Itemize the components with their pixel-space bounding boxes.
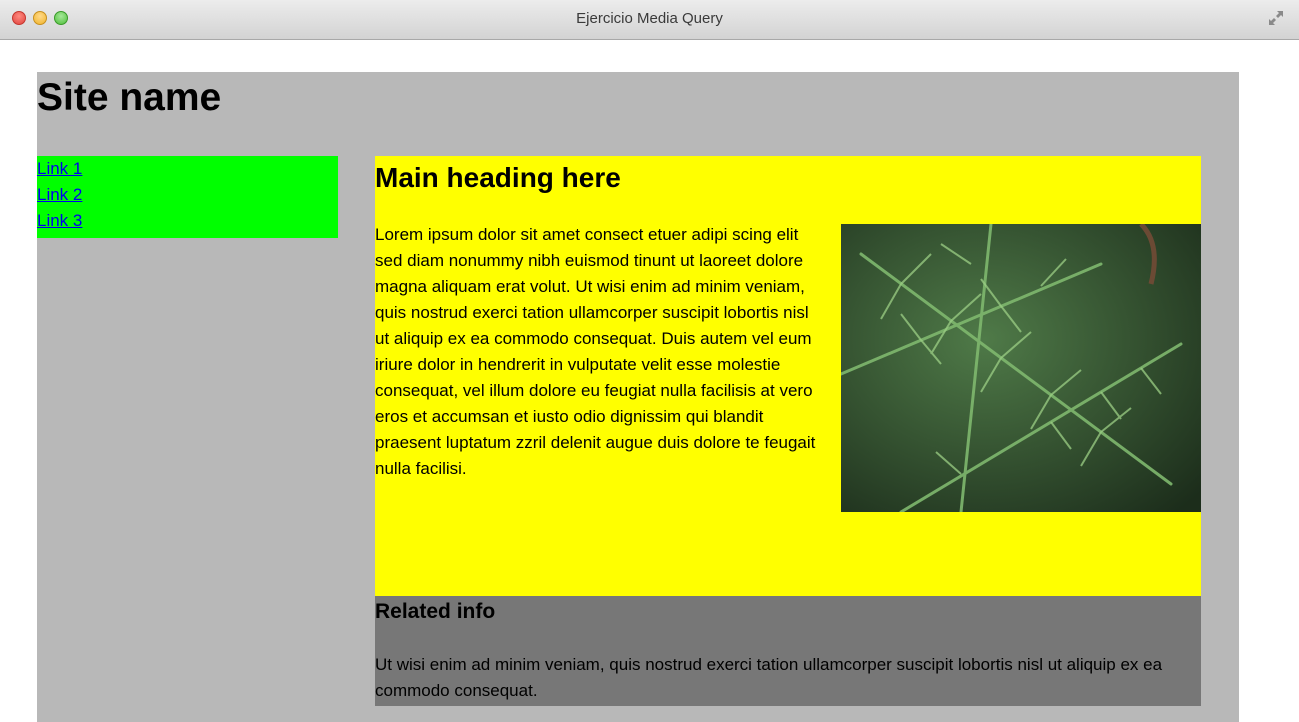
page-container: Site name Link 1 Link 2 Link 3 Main head… bbox=[37, 72, 1239, 722]
nav-link-1[interactable]: Link 1 bbox=[37, 156, 338, 182]
main-content: Main heading here Lorem ipsum dolor sit … bbox=[375, 156, 1201, 596]
window-titlebar: Ejercicio Media Query bbox=[0, 0, 1299, 40]
fullscreen-icon[interactable] bbox=[1267, 9, 1285, 27]
window-title: Ejercicio Media Query bbox=[576, 10, 723, 27]
main-heading: Main heading here bbox=[375, 162, 621, 193]
fern-image bbox=[841, 224, 1201, 512]
main-body-text: Lorem ipsum dolor sit amet consect etuer… bbox=[375, 225, 816, 478]
related-heading: Related info bbox=[375, 600, 496, 623]
related-info: Related info Ut wisi enim ad minim venia… bbox=[375, 596, 1201, 706]
nav-link-2[interactable]: Link 2 bbox=[37, 182, 338, 208]
nav-menu: Link 1 Link 2 Link 3 bbox=[37, 156, 338, 238]
nav-link-3[interactable]: Link 3 bbox=[37, 208, 338, 234]
site-name: Site name bbox=[37, 76, 222, 119]
related-body-text: Ut wisi enim ad minim veniam, quis nostr… bbox=[375, 655, 1163, 700]
